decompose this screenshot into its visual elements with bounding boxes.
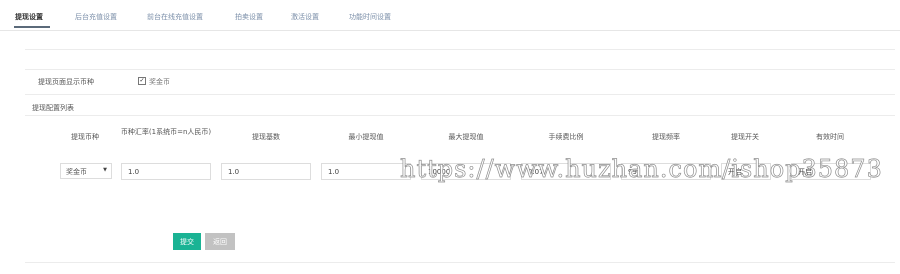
header-base: 提现基数 (252, 133, 280, 141)
base-input[interactable] (221, 163, 311, 180)
display-currency-option-label: 奖金币 (149, 78, 170, 86)
chevron-down-icon: ▼ (103, 167, 107, 173)
tab-backend-recharge[interactable]: 后台充值设置 (75, 12, 117, 22)
tab-function-time[interactable]: 功能时间设置 (349, 12, 391, 22)
active-tab-indicator (14, 26, 50, 28)
config-list-title: 提现配置列表 (32, 104, 74, 112)
tab-bar: 提现设置 后台充值设置 前台在线充值设置 拍卖设置 激活设置 功能时间设置 (0, 0, 900, 31)
divider (25, 262, 895, 263)
currency-select[interactable]: 奖金币 ▼ (60, 163, 112, 179)
header-valid-time: 有效时间 (816, 133, 844, 141)
display-currency-label: 提现页面显示币种 (38, 78, 94, 86)
header-max: 最大提现值 (448, 133, 484, 141)
currency-select-value: 奖金币 (66, 168, 87, 176)
divider (25, 69, 895, 70)
header-fee: 手续费比例 (548, 133, 584, 141)
submit-button[interactable]: 提交 (173, 233, 201, 250)
min-input[interactable] (321, 163, 411, 180)
watermark-text: https://www.huzhan.com/ishop35873 (400, 155, 883, 184)
divider (25, 115, 895, 116)
display-currency-checkbox[interactable]: ✓ (138, 77, 146, 85)
tab-online-recharge[interactable]: 前台在线充值设置 (147, 12, 203, 22)
header-rate: 币种汇率(1系统币=n人民币) (120, 128, 212, 136)
tab-activation[interactable]: 激活设置 (291, 12, 319, 22)
divider (25, 94, 895, 95)
tab-withdraw-settings[interactable]: 提现设置 (15, 12, 43, 22)
rate-input[interactable] (121, 163, 211, 180)
tab-auction[interactable]: 拍卖设置 (235, 12, 263, 22)
header-currency: 提现币种 (71, 133, 99, 141)
header-min: 最小提现值 (348, 133, 384, 141)
header-frequency: 提现频率 (652, 133, 680, 141)
divider (25, 49, 895, 50)
back-button[interactable]: 返回 (205, 233, 235, 250)
header-switch: 提现开关 (731, 133, 759, 141)
